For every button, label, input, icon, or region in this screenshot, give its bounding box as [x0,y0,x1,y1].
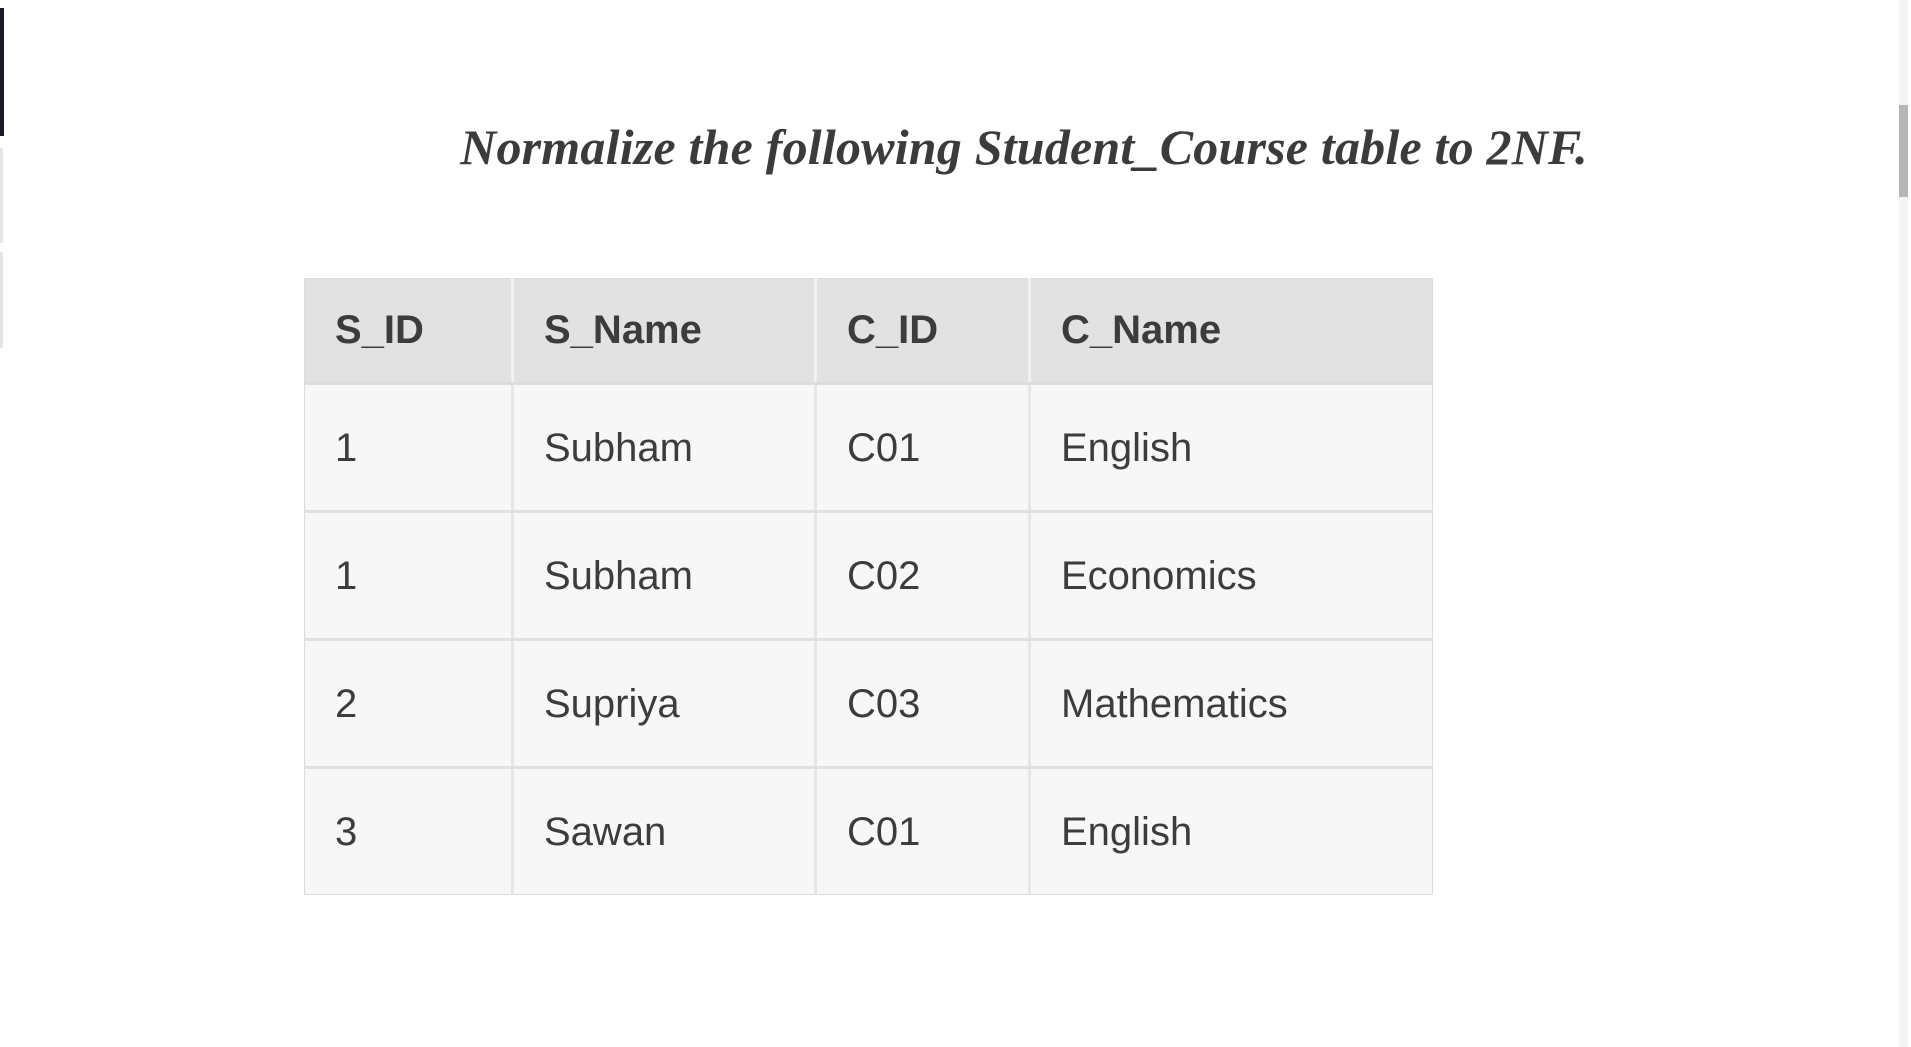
cell-c-id: C03 [815,639,1031,769]
cell-c-name: Mathematics [1029,639,1433,769]
cell-s-name: Subham [512,383,817,513]
cell-c-name: English [1029,767,1433,895]
cell-s-id: 2 [304,639,514,769]
table-header-row: S_ID S_Name C_ID C_Name [304,278,1433,385]
column-header-s-id: S_ID [304,278,514,385]
column-header-s-name: S_Name [512,278,817,385]
cell-s-name: Sawan [512,767,817,895]
cell-s-id: 1 [304,383,514,513]
cell-c-id: C01 [815,383,1031,513]
student-course-table: S_ID S_Name C_ID C_Name 1 Subham C01 Eng… [304,278,1433,895]
student-course-table-container: S_ID S_Name C_ID C_Name 1 Subham C01 Eng… [304,278,1433,895]
table-row: 1 Subham C01 English [304,383,1433,513]
table-row: 3 Sawan C01 English [304,767,1433,895]
cell-s-id: 1 [304,511,514,641]
cell-c-id: C02 [815,511,1031,641]
table-header: S_ID S_Name C_ID C_Name [304,278,1433,385]
cell-s-id: 3 [304,767,514,895]
cell-c-name: English [1029,383,1433,513]
table-body: 1 Subham C01 English 1 Subham C02 Econom… [304,383,1433,895]
cell-s-name: Supriya [512,639,817,769]
page-title: Normalize the following Student_Course t… [460,119,1588,175]
table-row: 2 Supriya C03 Mathematics [304,639,1433,769]
cell-s-name: Subham [512,511,817,641]
column-header-c-id: C_ID [815,278,1031,385]
cell-c-name: Economics [1029,511,1433,641]
page-content: Normalize the following Student_Course t… [0,0,1911,1047]
cell-c-id: C01 [815,767,1031,895]
column-header-c-name: C_Name [1029,278,1433,385]
table-row: 1 Subham C02 Economics [304,511,1433,641]
